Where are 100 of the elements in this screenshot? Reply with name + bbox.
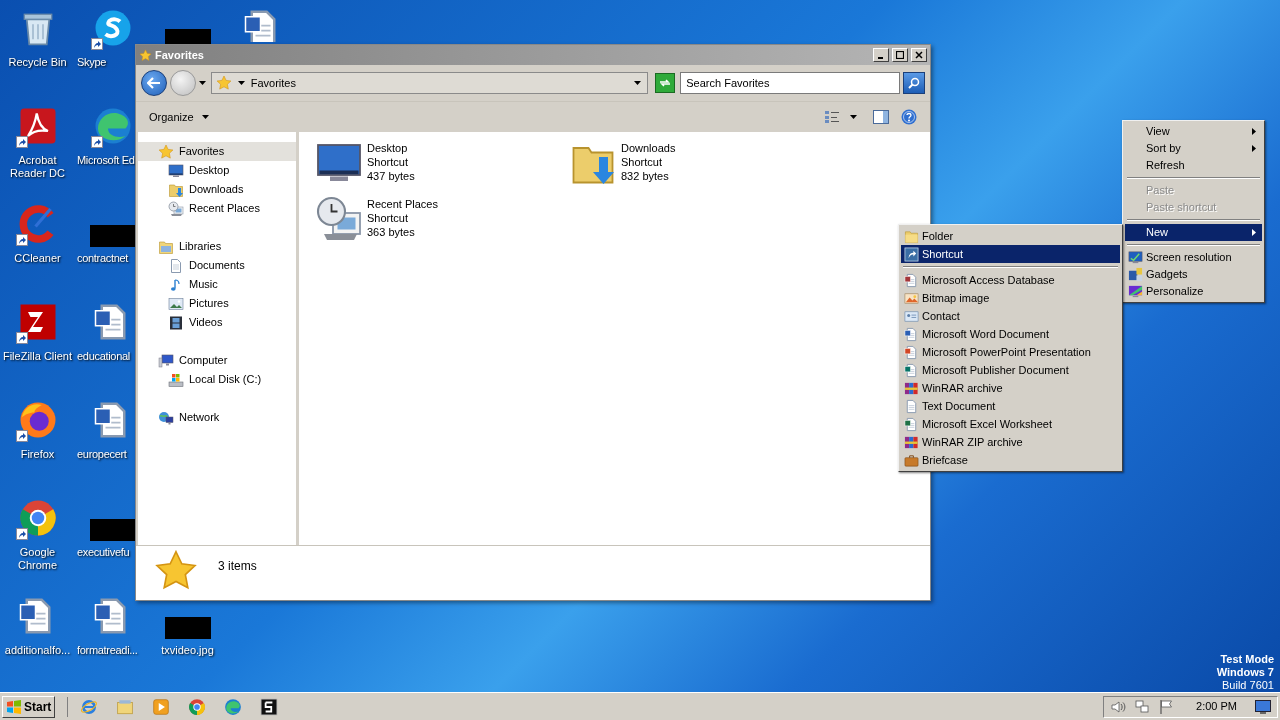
nav-item[interactable]: Desktop bbox=[138, 161, 296, 180]
menu-item[interactable]: Personalize bbox=[1125, 283, 1262, 300]
desktop-icon-label: Skype bbox=[77, 56, 107, 69]
file-type: Shortcut bbox=[367, 211, 409, 225]
database-document-icon bbox=[904, 272, 919, 288]
file-item[interactable]: Downloads Shortcut 832 bytes bbox=[569, 141, 823, 197]
file-size: 363 bytes bbox=[367, 225, 416, 239]
file-item[interactable]: Desktop Shortcut 437 bytes bbox=[315, 141, 569, 197]
publisher-document-icon bbox=[904, 362, 919, 378]
caret-icon bbox=[201, 115, 209, 119]
menu-item[interactable]: Screen resolution bbox=[1125, 249, 1262, 266]
back-button[interactable] bbox=[141, 70, 167, 96]
clock[interactable]: 2:00 PM bbox=[1196, 698, 1237, 715]
menu-item[interactable]: Sort by bbox=[1125, 140, 1262, 157]
menu-item[interactable]: Text Document bbox=[901, 397, 1120, 415]
nav-item[interactable]: Favorites bbox=[138, 142, 296, 161]
close-button[interactable] bbox=[911, 48, 927, 62]
desktop-icon-label: executivefu bbox=[77, 546, 130, 559]
file-name: Desktop bbox=[367, 141, 409, 155]
star-icon bbox=[158, 143, 174, 160]
search-field[interactable]: Search Favorites bbox=[680, 72, 901, 94]
help-icon[interactable] bbox=[901, 109, 917, 125]
text-document-icon bbox=[904, 398, 919, 414]
network-globe-icon bbox=[158, 409, 174, 426]
view-options-icon[interactable] bbox=[824, 110, 840, 124]
search-input: Search Favorites bbox=[686, 74, 895, 92]
file-size: 832 bytes bbox=[621, 169, 670, 183]
computer-icon bbox=[158, 352, 174, 369]
menu-item[interactable]: Contact bbox=[901, 307, 1120, 325]
nav-item[interactable]: Recent Places bbox=[138, 199, 296, 218]
nav-item[interactable]: Computer bbox=[138, 351, 296, 370]
desktop-icon-label: CCleaner bbox=[13, 252, 62, 265]
os-notice-text: Windows 7 bbox=[1216, 666, 1274, 679]
library-folder-icon bbox=[158, 238, 174, 255]
caret-icon bbox=[198, 81, 206, 85]
browser-icon[interactable] bbox=[17, 498, 58, 538]
minimize-button[interactable] bbox=[873, 48, 889, 62]
flag-icon[interactable] bbox=[1158, 698, 1175, 715]
nav-item[interactable]: Documents bbox=[138, 256, 296, 275]
nav-item[interactable]: Network bbox=[138, 408, 296, 427]
menu-item[interactable]: Microsoft Word Document bbox=[901, 325, 1120, 343]
desktop-icon-label: Acrobat Reader DC bbox=[9, 154, 66, 180]
monitor-check-icon bbox=[1128, 250, 1143, 265]
file-size: 437 bytes bbox=[367, 169, 415, 183]
menu-item[interactable]: Microsoft Excel Worksheet bbox=[901, 415, 1120, 433]
square-app-icon[interactable] bbox=[260, 697, 279, 716]
menu-item[interactable]: Briefcase bbox=[901, 451, 1120, 469]
browser-ring-icon[interactable] bbox=[80, 697, 99, 716]
nav-item[interactable]: Music bbox=[138, 275, 296, 294]
picture-frame-icon bbox=[168, 295, 184, 312]
menu-item[interactable]: Microsoft PowerPoint Presentation bbox=[901, 343, 1120, 361]
search-button[interactable] bbox=[903, 72, 925, 94]
menu-item[interactable]: Microsoft Publisher Document bbox=[901, 361, 1120, 379]
redaction-block bbox=[89, 519, 136, 541]
browser-icon[interactable] bbox=[188, 697, 207, 716]
menu-item[interactable]: Bitmap image bbox=[901, 289, 1120, 307]
desktop-icon-label: contractnet bbox=[77, 252, 129, 265]
maximize-button[interactable] bbox=[892, 48, 908, 62]
menu-item[interactable]: Gadgets bbox=[1125, 266, 1262, 283]
menu-item[interactable]: Microsoft Access Database bbox=[901, 271, 1120, 289]
refresh-button[interactable] bbox=[655, 73, 676, 93]
redaction-block bbox=[89, 225, 136, 247]
show-desktop-icon[interactable] bbox=[1255, 699, 1271, 714]
menu-item[interactable]: WinRAR archive bbox=[901, 379, 1120, 397]
back-arrow-icon bbox=[146, 77, 161, 89]
speaker-icon[interactable] bbox=[1110, 698, 1127, 715]
caret-icon bbox=[237, 81, 245, 85]
menu-item[interactable]: New bbox=[1125, 224, 1262, 241]
redaction-block bbox=[164, 617, 211, 639]
windows-logo-icon bbox=[6, 699, 22, 714]
menu-item[interactable]: Shortcut bbox=[901, 245, 1120, 263]
desktop-icon-label: Recycle Bin bbox=[7, 56, 68, 69]
nav-item[interactable]: Videos bbox=[138, 313, 296, 332]
menu-item[interactable]: View bbox=[1125, 123, 1262, 140]
organize-button[interactable]: Organize bbox=[149, 108, 209, 126]
menu-item[interactable]: Folder bbox=[901, 227, 1120, 245]
nav-item[interactable]: Local Disk (C:) bbox=[138, 370, 296, 389]
menu-item[interactable]: WinRAR ZIP archive bbox=[901, 433, 1120, 451]
archive-books-icon bbox=[904, 380, 919, 396]
briefcase-icon bbox=[904, 452, 919, 468]
nav-item[interactable]: Downloads bbox=[138, 180, 296, 199]
network-icon[interactable] bbox=[1134, 698, 1151, 715]
nav-item[interactable]: Libraries bbox=[138, 237, 296, 256]
start-button[interactable]: Start bbox=[2, 695, 56, 718]
file-name: Downloads bbox=[621, 141, 676, 155]
file-item[interactable]: Recent Places Shortcut 363 bytes bbox=[315, 197, 569, 253]
refresh-arrows-icon bbox=[659, 78, 672, 88]
presentation-document-icon bbox=[904, 344, 919, 360]
nav-item[interactable]: Pictures bbox=[138, 294, 296, 313]
star-icon bbox=[215, 75, 232, 91]
preview-pane-icon[interactable] bbox=[873, 110, 889, 124]
paint-image-icon bbox=[904, 290, 919, 306]
submenu-arrow-icon bbox=[1252, 145, 1256, 152]
monitor-icon bbox=[168, 162, 184, 179]
play-icon[interactable] bbox=[152, 697, 171, 716]
desktop-icon-label: europecert bbox=[77, 448, 127, 461]
menu-item[interactable]: Refresh bbox=[1125, 157, 1262, 174]
address-bar[interactable]: Favorites bbox=[210, 72, 649, 94]
spreadsheet-document-icon bbox=[904, 416, 919, 432]
desktop-icon-label: Google Chrome bbox=[16, 546, 59, 572]
